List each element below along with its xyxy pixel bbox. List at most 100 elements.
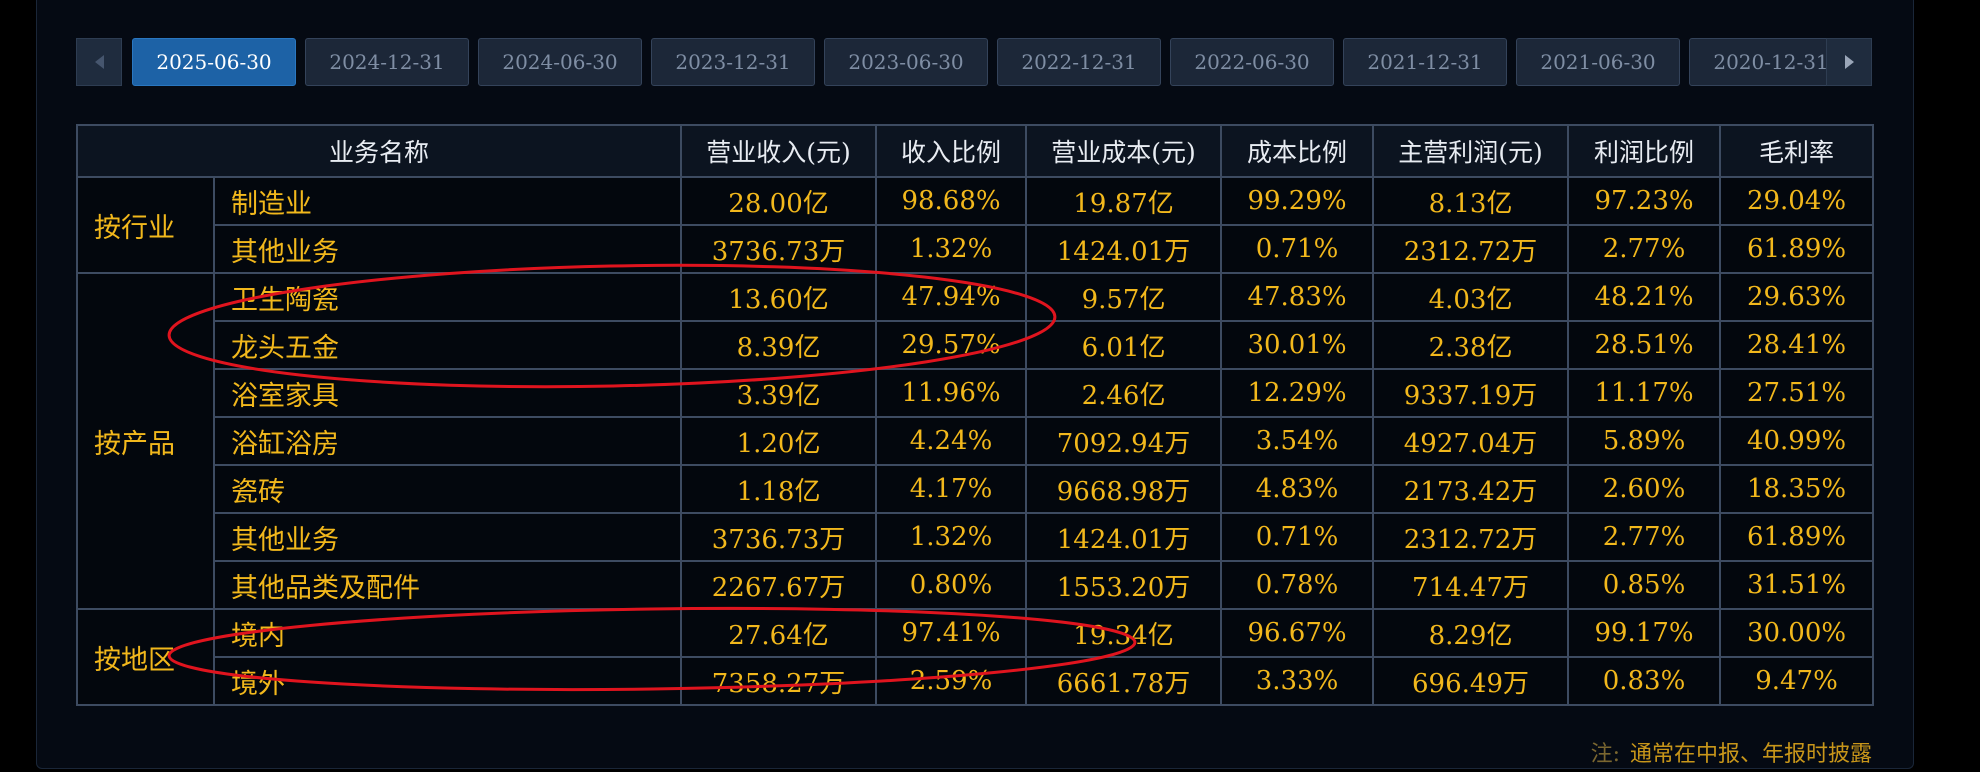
cell-revenue: 3736.73万 [680,512,878,562]
cell-cost-ratio: 0.71% [1220,512,1375,562]
cell-gross-margin: 29.04% [1719,176,1875,226]
cell-cost-ratio: 47.83% [1220,272,1375,322]
cell-gross-margin: 61.89% [1719,224,1875,274]
tab-period[interactable]: 2022-12-31 [997,38,1161,86]
tab-period[interactable]: 2024-06-30 [478,38,642,86]
cell-profit: 8.29亿 [1372,608,1570,658]
table-row: 按地区 境内 27.64亿 97.41% 19.34亿 96.67% 8.29亿 99.17%… [76,608,1875,706]
table-row: 境外 7358.27万 2.59% 6661.78万 3.33% 696.49万 0.83%… [77,656,1875,706]
tab-period[interactable]: 2023-12-31 [651,38,815,86]
cell-cost-ratio: 99.29% [1220,176,1375,226]
cell-business-name: 浴缸浴房 [212,416,683,466]
table-body: 按行业 制造业 28.00亿 98.68% 19.87亿 99.29% 8.13亿 97.23… [76,176,1875,706]
cell-business-name: 其他品类及配件 [212,560,683,610]
cell-revenue-ratio: 47.94% [875,272,1028,322]
header-profit-ratio: 利润比例 [1567,124,1722,178]
header-revenue: 营业收入(元) [680,124,878,178]
cell-revenue-ratio: 29.57% [875,320,1028,370]
cell-profit: 9337.19万 [1372,368,1570,418]
cell-revenue-ratio: 1.32% [875,512,1028,562]
cell-revenue-ratio: 98.68% [875,176,1028,226]
cell-cost: 1553.20万 [1025,560,1223,610]
cell-cost-ratio: 4.83% [1220,464,1375,514]
cell-revenue: 28.00亿 [680,176,878,226]
table-row: 其他业务 3736.73万 1.32% 1424.01万 0.71% 2312.72万 2.… [77,512,1875,562]
cell-gross-margin: 9.47% [1719,656,1875,706]
tab-period[interactable]: 2025-06-30 [132,38,296,86]
group-label: 按行业 [76,176,215,274]
cell-gross-margin: 40.99% [1719,416,1875,466]
disclosure-note: 注: 通常在中报、年报时披露 [1591,736,1872,768]
tab-scroll-right-button[interactable] [1826,38,1872,86]
note-label: 注: [1590,742,1620,767]
arrow-left-icon [94,55,104,69]
cell-profit-ratio: 0.83% [1567,656,1722,706]
header-profit: 主营利润(元) [1372,124,1570,178]
tab-period[interactable]: 2022-06-30 [1170,38,1334,86]
header-gross-margin: 毛利率 [1719,124,1875,178]
group-label: 按产品 [76,272,215,610]
table-row: 龙头五金 8.39亿 29.57% 6.01亿 30.01% 2.38亿 28.51% 28.… [77,320,1875,370]
cell-revenue-ratio: 4.24% [875,416,1028,466]
cell-revenue: 1.18亿 [680,464,878,514]
cell-revenue-ratio: 1.32% [875,224,1028,274]
cell-business-name: 其他业务 [212,512,683,562]
cell-revenue: 13.60亿 [680,272,878,322]
cell-profit-ratio: 97.23% [1567,176,1722,226]
business-composition-table: 业务名称 营业收入(元) 收入比例 营业成本(元) 成本比例 主营利润(元) 利… [75,124,1875,706]
cell-revenue: 1.20亿 [680,416,878,466]
cell-profit: 696.49万 [1372,656,1570,706]
cell-cost: 1424.01万 [1025,224,1223,274]
header-cost-ratio: 成本比例 [1220,124,1375,178]
cell-revenue: 8.39亿 [680,320,878,370]
cell-business-name: 瓷砖 [212,464,683,514]
cell-cost-ratio: 12.29% [1220,368,1375,418]
table-row: 瓷砖 1.18亿 4.17% 9668.98万 4.83% 2173.42万 2.60% 18… [77,464,1875,514]
cell-cost: 9.57亿 [1025,272,1223,322]
cell-profit: 2312.72万 [1372,224,1570,274]
cell-gross-margin: 29.63% [1719,272,1875,322]
cell-profit-ratio: 28.51% [1567,320,1722,370]
cell-gross-margin: 30.00% [1719,608,1875,658]
cell-revenue: 2267.67万 [680,560,878,610]
cell-revenue-ratio: 0.80% [875,560,1028,610]
cell-profit-ratio: 2.60% [1567,464,1722,514]
table-row: 浴缸浴房 1.20亿 4.24% 7092.94万 3.54% 4927.04万 5.89%… [77,416,1875,466]
cell-business-name: 龙头五金 [212,320,683,370]
table-header-row: 业务名称 营业收入(元) 收入比例 营业成本(元) 成本比例 主营利润(元) 利… [75,124,1875,178]
header-business-name: 业务名称 [75,124,683,178]
cell-business-name: 制造业 [212,176,683,226]
table-row: 按产品 卫生陶瓷 13.60亿 47.94% 9.57亿 47.83% 4.03亿 48.21… [76,272,1875,610]
cell-revenue: 27.64亿 [680,608,878,658]
cell-revenue-ratio: 97.41% [875,608,1028,658]
cell-profit: 2.38亿 [1372,320,1570,370]
cell-gross-margin: 27.51% [1719,368,1875,418]
cell-gross-margin: 28.41% [1719,320,1875,370]
cell-business-name: 其他业务 [212,224,683,274]
cell-cost-ratio: 0.71% [1220,224,1375,274]
arrow-right-icon [1844,55,1854,69]
tab-scroll-left-button[interactable] [76,38,122,86]
tab-period[interactable]: 2023-06-30 [824,38,988,86]
cell-revenue-ratio: 11.96% [875,368,1028,418]
cell-profit-ratio: 0.85% [1567,560,1722,610]
cell-revenue-ratio: 2.59% [875,656,1028,706]
tab-period[interactable]: 2021-06-30 [1516,38,1680,86]
cell-profit: 4927.04万 [1372,416,1570,466]
tab-period[interactable]: 2021-12-31 [1343,38,1507,86]
cell-cost: 6661.78万 [1025,656,1223,706]
tab-strip: 2025-06-30 2024-12-31 2024-06-30 2023-12-31… [132,38,1870,86]
cell-profit-ratio: 2.77% [1567,512,1722,562]
cell-cost-ratio: 3.54% [1220,416,1375,466]
cell-profit-ratio: 2.77% [1567,224,1722,274]
cell-cost-ratio: 3.33% [1220,656,1375,706]
tab-period[interactable]: 2024-12-31 [305,38,469,86]
table-row: 其他业务 3736.73万 1.32% 1424.01万 0.71% 2312.72万 2.… [77,224,1875,274]
cell-revenue: 3.39亿 [680,368,878,418]
group-label: 按地区 [76,608,215,706]
cell-cost-ratio: 96.67% [1220,608,1375,658]
cell-profit: 8.13亿 [1372,176,1570,226]
cell-cost: 2.46亿 [1025,368,1223,418]
cell-revenue: 3736.73万 [680,224,878,274]
cell-cost: 9668.98万 [1025,464,1223,514]
